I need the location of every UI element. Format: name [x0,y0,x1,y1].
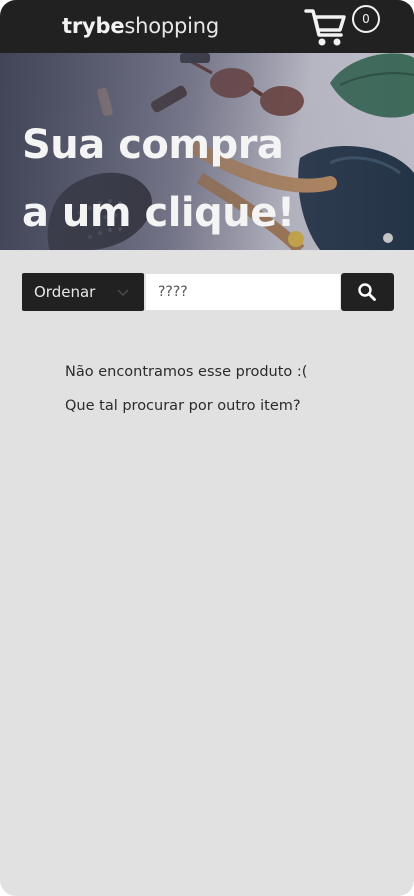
cart-button[interactable] [304,5,348,49]
sort-dropdown[interactable]: Ordenar [22,273,144,311]
search-button[interactable] [341,273,394,311]
search-icon [358,283,376,301]
hero-banner: Sua compra a um clique! [0,53,414,250]
hero-line-2: a um clique! [22,190,295,236]
top-bar: trybeshopping 0 [0,0,414,53]
cart-icon [304,9,346,46]
sort-label: Ordenar [34,283,96,301]
search-input[interactable] [146,274,340,310]
hero-line-1: Sua compra [22,122,284,168]
hero-headline: Sua compra a um clique! [22,111,295,247]
empty-result-suggestion: Que tal procurar por outro item? [65,398,301,414]
logo-bold-text: trybe [62,14,125,38]
brand-logo[interactable]: trybeshopping [62,12,219,40]
logo-light-text: shopping [124,14,219,38]
app-frame: trybeshopping 0 Sua compra a um clique! … [0,0,414,896]
cart-count-badge: 0 [352,5,380,33]
empty-result-message: Não encontramos esse produto :( [65,364,308,380]
chevron-down-icon [117,289,129,296]
